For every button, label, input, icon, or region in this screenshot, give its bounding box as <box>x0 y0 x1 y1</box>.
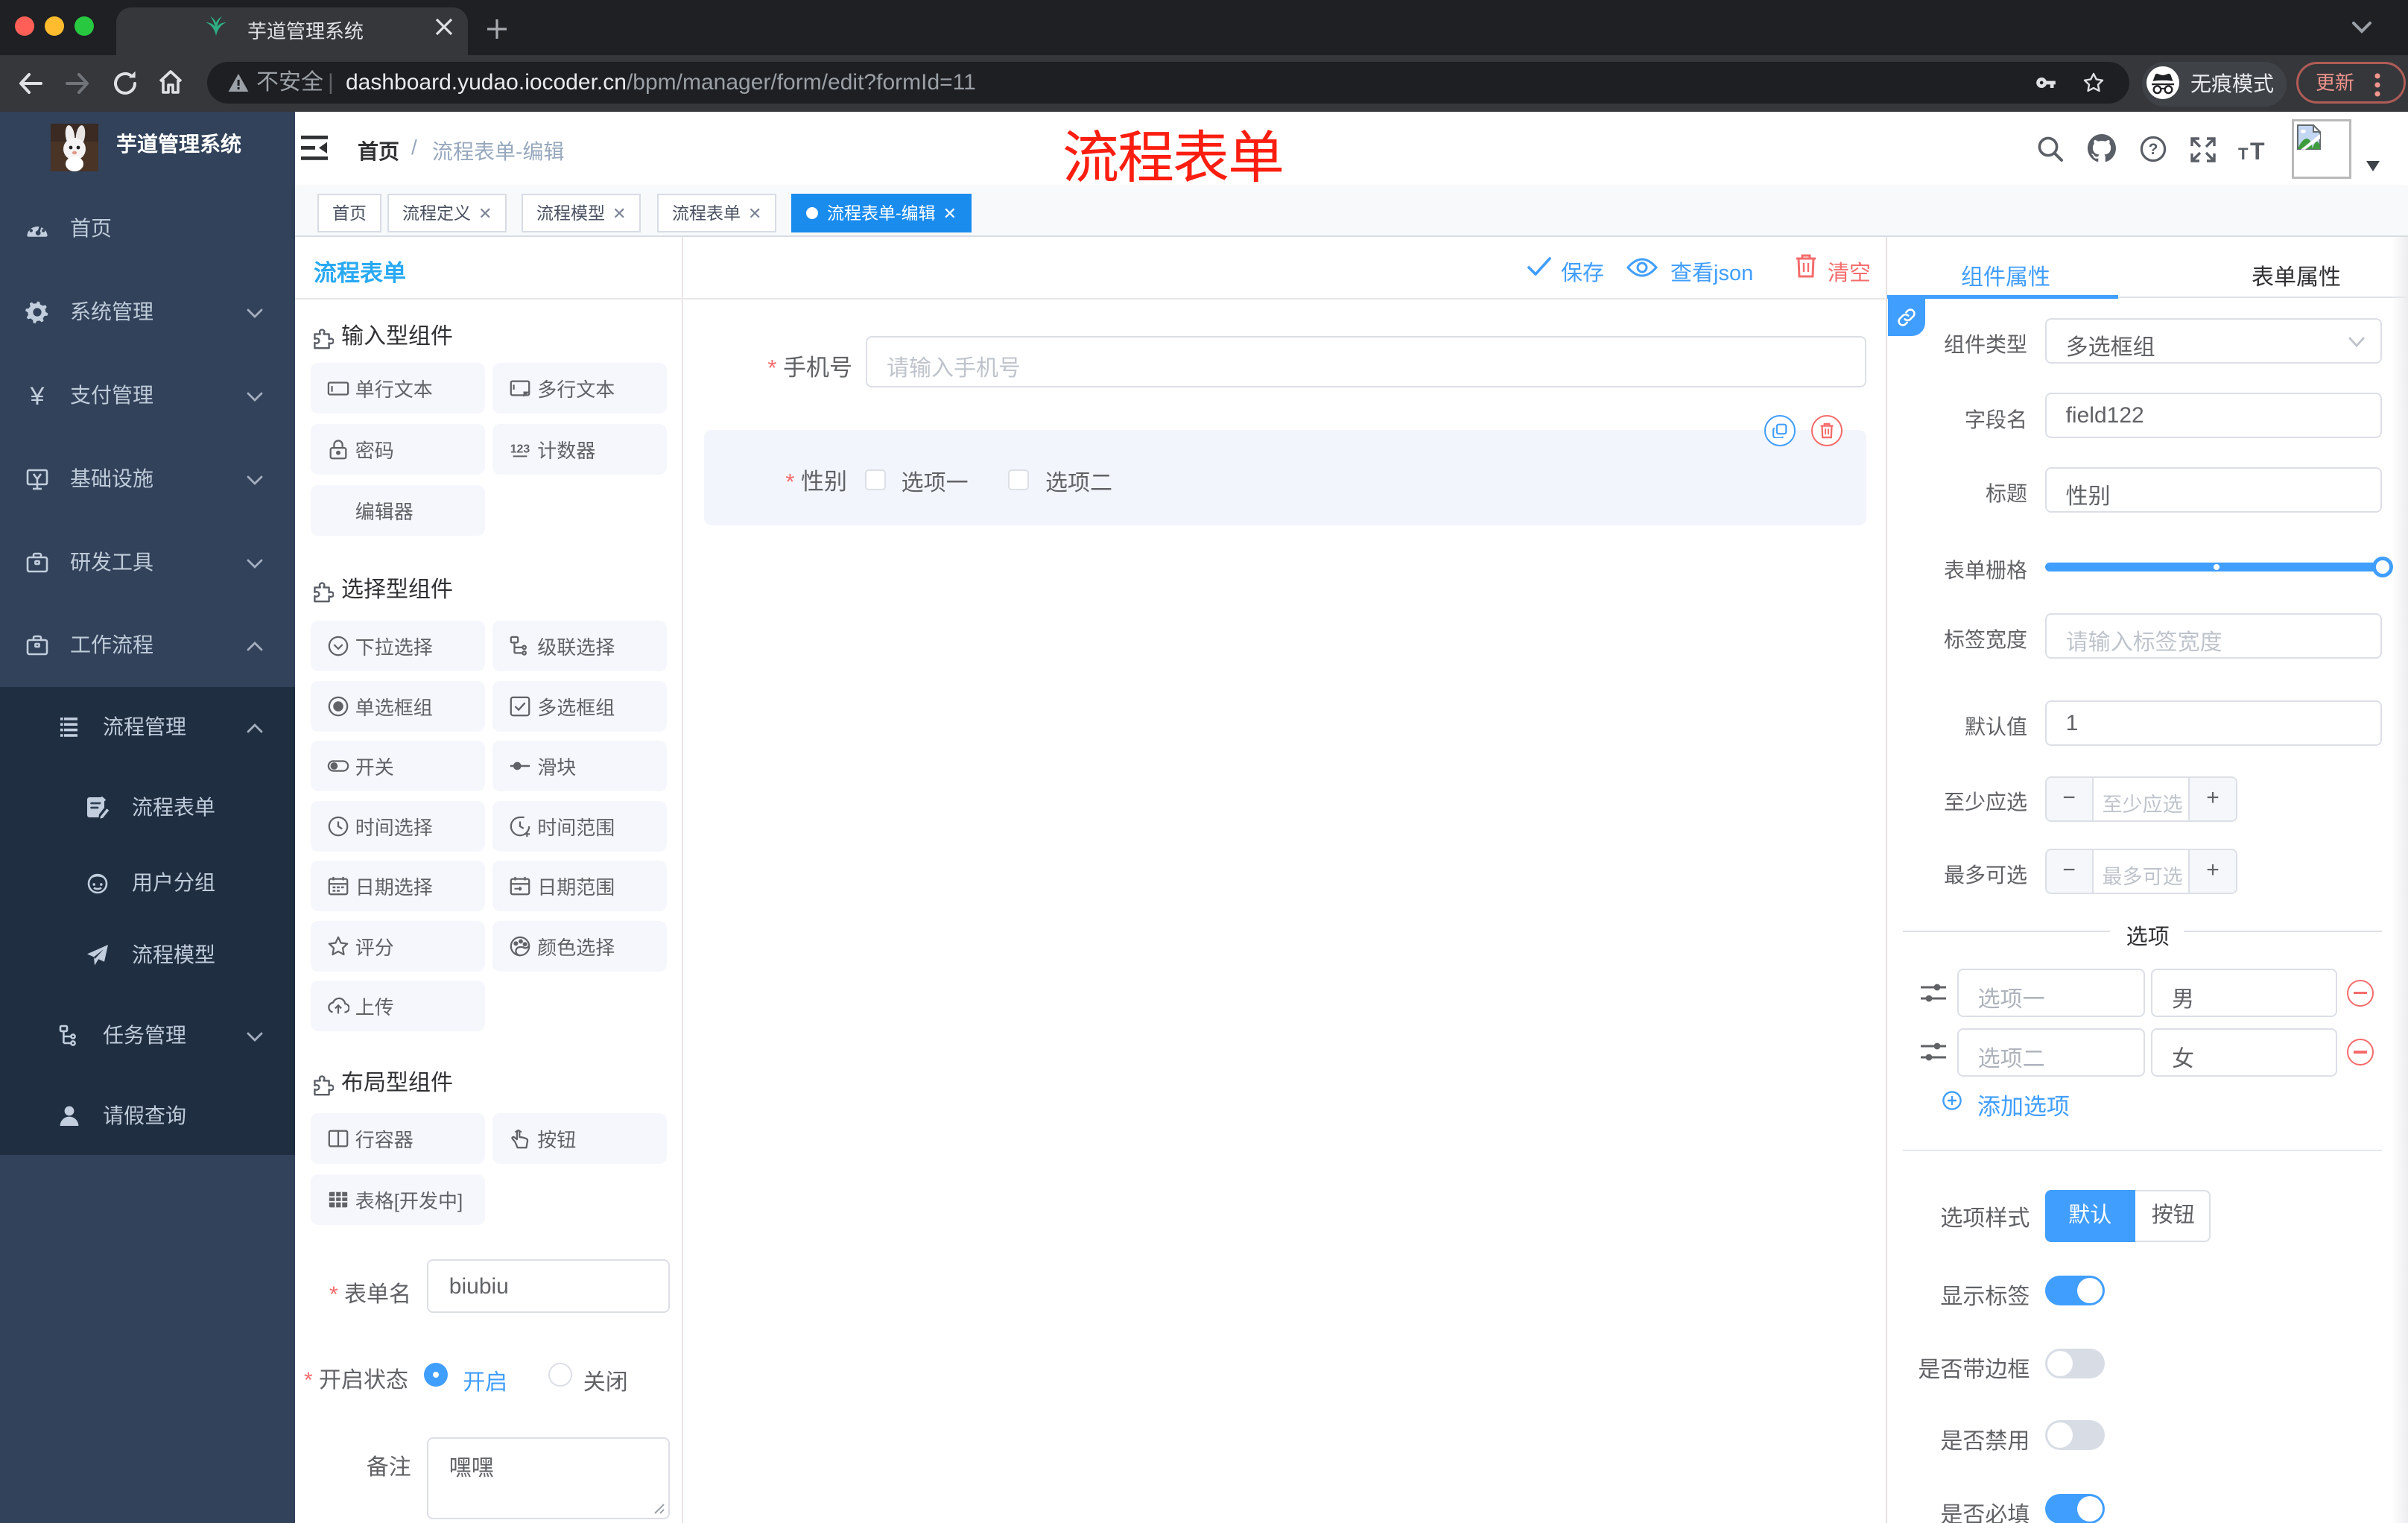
svg-text:T: T <box>2238 145 2249 162</box>
svg-text:?: ? <box>2149 141 2158 158</box>
svg-text:¥: ¥ <box>30 384 45 408</box>
svg-text:123: 123 <box>510 443 530 456</box>
svg-text:T: T <box>2250 138 2265 162</box>
